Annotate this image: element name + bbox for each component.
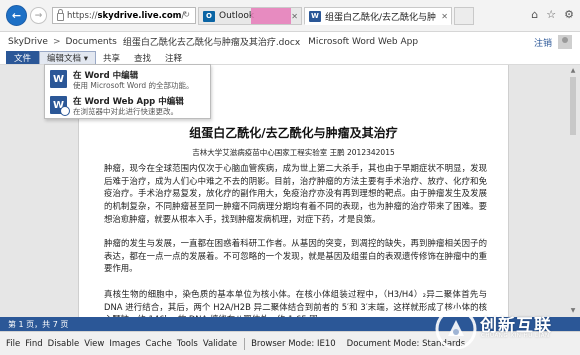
close-icon[interactable]: ✕ [291,12,298,21]
scroll-up-icon[interactable]: ▲ [569,67,577,75]
word-web-app-icon: W [50,96,70,116]
back-button[interactable]: ← [6,5,27,26]
word-icon: W [309,10,321,22]
browser-toolbar-icons: ⌂ ☆ ⚙ [531,8,574,21]
menu-item-description: 使用 Microsoft Word 的全部功能。 [73,81,194,90]
scrollbar-thumb[interactable] [570,77,576,135]
lock-icon [57,8,64,21]
devtools-disable-menu[interactable]: Disable [48,339,80,349]
close-icon[interactable]: ✕ [441,12,448,21]
gear-icon[interactable]: ⚙ [564,8,574,21]
devtools-file-menu[interactable]: File [6,339,20,349]
divider [244,337,246,350]
arrow-left-icon: ← [11,9,22,22]
edit-document-menu: W 在 Word 中编辑 使用 Microsoft Word 的全部功能。 W … [44,64,211,119]
devtools-tools-menu[interactable]: Tools [177,339,198,349]
tab-title: Outlook [219,11,255,21]
devtools-images-menu[interactable]: Images [109,339,140,349]
tab-word-document[interactable]: W 组蛋白乙酰化/去乙酰化与肿 ✕ [304,7,452,25]
menu-item-edit-in-web-app[interactable]: W 在 Word Web App 中编辑 在浏览器中对此进行快速更改。 [45,93,210,119]
skydrive-home-link[interactable]: SkyDrive [8,37,48,47]
tab-title: 组蛋白乙酰化/去乙酰化与肿 [325,12,437,23]
browser-mode-select[interactable]: Browser Mode: IE10 [251,339,336,349]
tab-file[interactable]: 文件 [6,51,40,64]
tab-edit-document[interactable]: 编辑文档 ▾ [39,51,96,64]
breadcrumb-documents[interactable]: Documents [65,37,116,47]
devtools-find-menu[interactable]: Find [25,339,42,349]
signout-link[interactable]: 注销 [534,36,552,49]
paragraph: 真核生物的细胞中，染色质的基本单位为核小体。在核小体组装过程中，（H3/H4）₂… [104,289,487,317]
breadcrumb-separator: > [52,36,61,47]
tab-highlight [251,8,291,24]
watermark: 创新互联 CHUANG XIN HU LIAN [434,304,580,355]
avatar[interactable] [558,35,572,49]
watermark-subtitle: CHUANG XIN HU LIAN [481,333,550,339]
browser-chrome: ← → https://skydrive.live.com/ ↻ O Outlo… [0,0,580,32]
tab-find[interactable]: 查找 [127,51,158,64]
outlook-icon: O [203,10,215,22]
devtools-view-menu[interactable]: View [84,339,104,349]
skydrive-bar: SkyDrive > Documents 组蛋白乙酰化去乙酰化与肿瘤及其治疗.d… [0,32,580,51]
app-name: Microsoft Word Web App [308,36,419,47]
forward-button[interactable]: → [30,7,47,24]
url-text: https://skydrive.live.com/ [67,10,185,21]
tab-comments[interactable]: 注释 [158,51,189,64]
star-icon[interactable]: ☆ [546,8,556,21]
paragraph: 肿瘤，现今在全球范围内仅次于心脑血管疾病，成为世上第二大杀手，其也由于早期症状不… [104,163,487,224]
document-author: 吉林大学艾滋病疫苗中心国家工程实验室 王鹏 2012342015 [192,148,395,157]
vertical-scrollbar[interactable]: ▲ ▼ [568,67,578,315]
devtools-cache-menu[interactable]: Cache [145,339,171,349]
address-bar[interactable]: https://skydrive.live.com/ ↻ [52,7,196,24]
ribbon-tabs: 文件 编辑文档 ▾ 共享 查找 注释 [0,51,580,65]
page-count: 第 1 页，共 7 页 [8,319,69,329]
menu-item-edit-in-word[interactable]: W 在 Word 中编辑 使用 Microsoft Word 的全部功能。 [45,67,210,93]
home-icon[interactable]: ⌂ [531,8,538,21]
new-tab-button[interactable] [454,7,474,25]
tab-share[interactable]: 共享 [96,51,127,64]
arrow-right-icon: → [34,10,43,21]
tab-outlook[interactable]: O Outlook ✕ [198,7,302,25]
refresh-icon[interactable]: ↻ [183,10,192,19]
menu-item-description: 在浏览器中对此进行快速更改。 [73,107,178,116]
watermark-logo-icon [435,308,477,350]
devtools-validate-menu[interactable]: Validate [203,339,237,349]
paragraph: 肿瘤的发生与发展，一直都在困惑着科研工作者。从基因的突变，到凋控的缺失，再到肿瘤… [104,238,487,274]
document-title: 组蛋白乙酰化/去乙酰化与肿瘤及其治疗 [189,126,398,140]
word-icon: W [50,70,67,88]
document-name: 组蛋白乙酰化去乙酰化与肿瘤及其治疗.docx [122,38,301,48]
